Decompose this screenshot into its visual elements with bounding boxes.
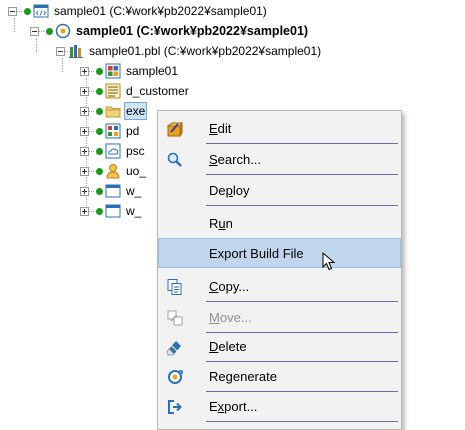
status-dot-icon [96,87,103,95]
export-icon [168,400,182,414]
status-dot-icon [96,107,103,115]
tree-row-object[interactable]: psc [80,141,147,161]
window-icon [105,204,121,218]
status-dot-icon [96,147,103,155]
object-label: w_ [126,184,142,198]
menu-item-export-build-file[interactable]: Export Build File [158,238,401,268]
menu-item-label: Copy... [209,278,250,294]
datawindow-icon [105,83,121,99]
menu-item-label: Move... [209,309,252,325]
tree-row-object[interactable]: uo_ [80,161,148,181]
target-icon [55,23,71,39]
tree-row-workspace[interactable]: sample01 (C:¥work¥pb2022¥sample01) [8,1,269,21]
object-label: sample01 [126,64,179,78]
status-dot-icon [96,67,103,75]
library-icon [69,45,83,58]
library-label: sample01.pbl (C:¥work¥pb2022¥sample01) [89,44,322,58]
tree-row-target[interactable]: sample01 (C:¥work¥pb2022¥sample01) [30,21,310,41]
menu-item-label: Export... [209,398,258,414]
tree-row-object[interactable]: sample01 [80,61,180,81]
menu-item-copy[interactable]: Copy... [158,271,401,301]
menu-item-move[interactable]: Move... [158,302,401,332]
menu-item-label: Regenerate [209,368,277,384]
menu-item-delete[interactable]: Delete [158,331,401,361]
menu-item-label: Run [209,215,233,231]
menu-item-export[interactable]: Export... [158,391,401,421]
search-icon [167,152,182,167]
edit-icon [166,121,183,138]
menu-item-deploy[interactable]: Deploy [158,175,401,205]
tree-row-object-selected[interactable]: exe [80,101,148,121]
expand-icon[interactable] [80,106,89,116]
mouse-cursor-icon [322,252,336,271]
object-label: psc [126,144,145,158]
menu-item-label: Export Build File [209,245,304,261]
expand-icon[interactable] [80,86,89,96]
status-dot-icon [96,127,103,135]
delete-icon [166,341,181,356]
status-dot-icon [96,187,103,195]
target-label: sample01 (C:¥work¥pb2022¥sample01) [76,24,309,38]
tree-row-object[interactable]: d_customer [80,81,191,101]
copy-icon [167,279,182,295]
tree-row-object[interactable]: w_ [80,201,143,221]
menu-item-regenerate[interactable]: Regenerate [158,361,401,391]
status-dot-icon [96,167,103,175]
object-label: uo_ [126,164,147,178]
workspace-icon [33,4,49,18]
workspace-label: sample01 (C:¥work¥pb2022¥sample01) [54,4,267,18]
tree-row-library[interactable]: sample01.pbl (C:¥work¥pb2022¥sample01) [56,41,323,61]
expand-icon[interactable] [80,66,89,76]
user-object-icon [106,164,120,179]
menu-item-edit[interactable]: Edit [158,113,401,143]
status-dot-icon [46,27,53,35]
menu-item-run[interactable]: Run [158,208,401,238]
expand-icon[interactable] [80,206,89,216]
object-label: exe [124,102,148,120]
menu-item-label: Deploy [209,182,250,198]
application-icon [105,63,121,79]
object-label: d_customer [126,84,189,98]
expand-icon[interactable] [80,186,89,196]
regenerate-icon [168,370,183,384]
tree-row-object[interactable]: pd [80,121,141,141]
cloud-project-icon [105,143,121,159]
collapse-icon[interactable] [8,6,17,16]
expand-icon[interactable] [80,146,89,156]
tree-row-object[interactable]: w_ [80,181,143,201]
expand-icon[interactable] [80,126,89,136]
folder-icon [105,106,121,118]
collapse-icon[interactable] [30,26,39,36]
object-label: w_ [126,204,142,218]
expand-icon[interactable] [80,166,89,176]
project-icon [105,123,121,139]
menu-item-label: Delete [209,338,247,354]
menu-item-label: Edit [209,120,232,136]
window-icon [105,184,121,198]
object-label: pd [126,124,140,138]
context-menu: Edit Search... Deploy Run Export Build F… [157,110,402,430]
status-dot-icon [24,7,31,15]
menu-item-label: Search... [209,151,262,167]
collapse-icon[interactable] [56,46,65,56]
move-icon [167,310,183,326]
menu-item-search[interactable]: Search... [158,144,401,174]
status-dot-icon [96,207,103,215]
